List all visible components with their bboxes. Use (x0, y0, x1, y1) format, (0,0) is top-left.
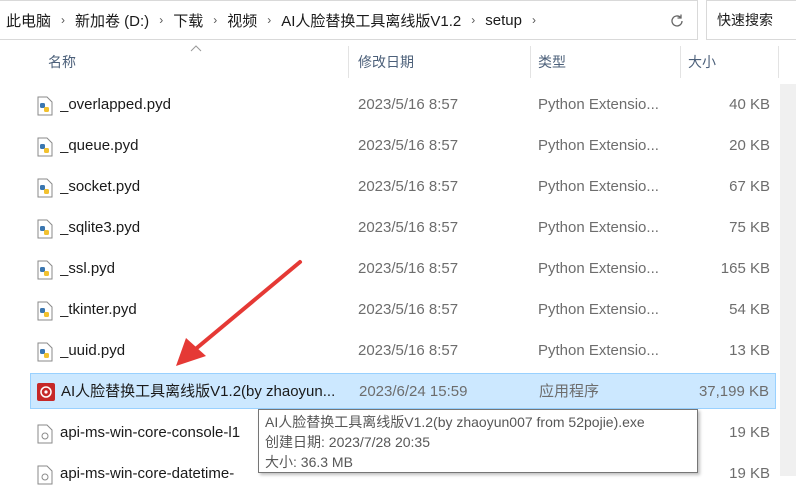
chevron-right-icon[interactable]: › (61, 13, 65, 27)
file-size: 20 KB (729, 137, 770, 154)
column-header-row: 名称 修改日期 类型 大小 (0, 42, 796, 82)
file-row[interactable]: _overlapped.pyd 2023/5/16 8:57 Python Ex… (30, 86, 776, 124)
breadcrumb-item[interactable]: 新加卷 (D:) (75, 10, 149, 31)
file-type: 应用程序 (539, 383, 600, 400)
python-file-icon (37, 260, 53, 280)
sort-ascending-icon[interactable] (190, 44, 202, 52)
python-file-icon (37, 96, 53, 116)
file-row-selected[interactable]: AI人脸替换工具离线版V1.2(by zhaoyun... 2023/6/24 … (30, 373, 776, 409)
file-date: 2023/5/16 8:57 (358, 137, 459, 154)
breadcrumb-item[interactable]: 下载 (173, 10, 203, 31)
file-size: 37,199 KB (698, 383, 769, 400)
chevron-right-icon[interactable]: › (532, 13, 536, 27)
tooltip-size: 大小: 36.3 MB (265, 454, 353, 470)
python-file-icon (37, 178, 53, 198)
file-date: 2023/5/16 8:57 (358, 342, 459, 359)
file-row[interactable]: _ssl.pyd 2023/5/16 8:57 Python Extensio.… (30, 250, 776, 288)
file-name: api-ms-win-core-console-l1 (60, 424, 241, 441)
chevron-right-icon[interactable]: › (267, 13, 271, 27)
file-type: Python Extensio... (538, 301, 659, 318)
file-date: 2023/5/16 8:57 (358, 96, 459, 113)
file-date: 2023/6/24 15:59 (359, 383, 468, 400)
vertical-scrollbar[interactable] (780, 84, 796, 476)
file-type: Python Extensio... (538, 96, 659, 113)
file-row[interactable]: _socket.pyd 2023/5/16 8:57 Python Extens… (30, 168, 776, 206)
chevron-right-icon[interactable]: › (471, 13, 475, 27)
file-size: 19 KB (729, 465, 770, 482)
file-size: 54 KB (729, 301, 770, 318)
file-type: Python Extensio... (538, 342, 659, 359)
file-name: _queue.pyd (60, 137, 139, 154)
chevron-right-icon[interactable]: › (159, 13, 163, 27)
column-header-type[interactable]: 类型 (538, 42, 566, 82)
file-date: 2023/5/16 8:57 (358, 219, 459, 236)
dll-file-icon (37, 465, 53, 485)
column-header-size[interactable]: 大小 (688, 42, 716, 82)
file-row[interactable]: _queue.pyd 2023/5/16 8:57 Python Extensi… (30, 127, 776, 165)
file-type: Python Extensio... (538, 178, 659, 195)
tooltip-filename: AI人脸替换工具离线版V1.2(by zhaoyun007 from 52poj… (265, 414, 645, 430)
file-type: Python Extensio... (538, 137, 659, 154)
file-date: 2023/5/16 8:57 (358, 260, 459, 277)
file-name: _overlapped.pyd (60, 96, 171, 113)
breadcrumb-item[interactable]: setup (485, 12, 522, 29)
file-date: 2023/5/16 8:57 (358, 301, 459, 318)
python-file-icon (37, 219, 53, 239)
file-name: AI人脸替换工具离线版V1.2(by zhaoyun... (61, 383, 336, 400)
file-size: 67 KB (729, 178, 770, 195)
python-file-icon (37, 301, 53, 321)
column-header-date[interactable]: 修改日期 (358, 42, 414, 82)
refresh-icon[interactable] (665, 9, 689, 33)
file-name: _ssl.pyd (60, 260, 116, 277)
file-size: 19 KB (729, 424, 770, 441)
file-size: 75 KB (729, 219, 770, 236)
column-divider[interactable] (348, 46, 349, 78)
python-file-icon (37, 137, 53, 157)
file-row[interactable]: _uuid.pyd 2023/5/16 8:57 Python Extensio… (30, 332, 776, 370)
chevron-right-icon[interactable]: › (213, 13, 217, 27)
file-row[interactable]: _sqlite3.pyd 2023/5/16 8:57 Python Exten… (30, 209, 776, 247)
toolbar: 此电脑 › 新加卷 (D:) › 下载 › 视频 › AI人脸替换工具离线版V1… (0, 0, 796, 40)
file-size: 13 KB (729, 342, 770, 359)
file-name: _socket.pyd (60, 178, 141, 195)
file-name: _sqlite3.pyd (60, 219, 141, 236)
column-divider[interactable] (778, 46, 779, 78)
python-file-icon (37, 342, 53, 362)
file-type: Python Extensio... (538, 260, 659, 277)
file-size: 165 KB (720, 260, 770, 277)
file-date: 2023/5/16 8:57 (358, 178, 459, 195)
file-row[interactable]: _tkinter.pyd 2023/5/16 8:57 Python Exten… (30, 291, 776, 329)
file-tooltip: AI人脸替换工具离线版V1.2(by zhaoyun007 from 52poj… (258, 409, 698, 473)
column-header-name[interactable]: 名称 (48, 42, 76, 82)
breadcrumb-item[interactable]: AI人脸替换工具离线版V1.2 (281, 10, 461, 31)
search-placeholder: 快速搜索 (717, 12, 773, 28)
search-input[interactable]: 快速搜索 (706, 0, 796, 40)
file-name: _uuid.pyd (60, 342, 126, 359)
dll-file-icon (37, 424, 53, 444)
address-bar[interactable]: 此电脑 › 新加卷 (D:) › 下载 › 视频 › AI人脸替换工具离线版V1… (0, 0, 698, 40)
breadcrumb-item[interactable]: 视频 (227, 10, 257, 31)
exe-app-icon (37, 383, 55, 401)
column-divider[interactable] (530, 46, 531, 78)
tooltip-created: 创建日期: 2023/7/28 20:35 (265, 434, 430, 450)
column-divider[interactable] (680, 46, 681, 78)
file-name: api-ms-win-core-datetime- (60, 465, 235, 482)
breadcrumb-item[interactable]: 此电脑 (6, 10, 51, 31)
file-size: 40 KB (729, 96, 770, 113)
file-name: _tkinter.pyd (60, 301, 137, 318)
file-type: Python Extensio... (538, 219, 659, 236)
